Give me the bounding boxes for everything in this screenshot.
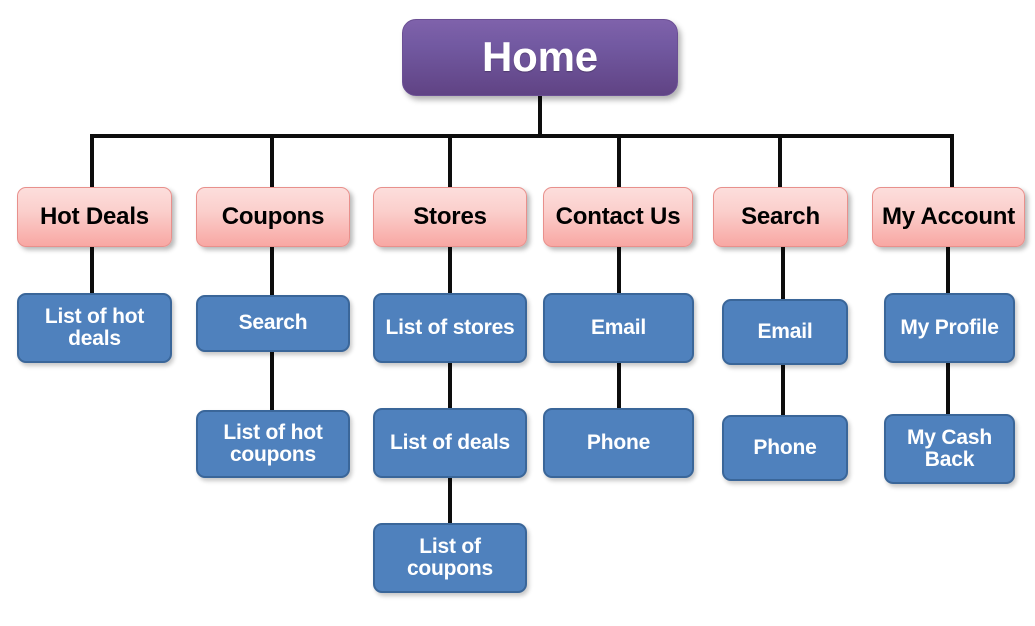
node-search-label: Search (741, 203, 820, 231)
node-home-label: Home (482, 33, 598, 81)
node-contact-email[interactable]: Email (543, 293, 694, 363)
node-list-of-deals-label: List of deals (390, 430, 510, 454)
node-list-of-hot-coupons[interactable]: List of hot coupons (196, 410, 350, 478)
connector-bus-to-hot-deals (90, 134, 94, 189)
node-search-phone-label: Phone (753, 435, 817, 459)
node-my-cash-back-label: My Cash Back (907, 425, 992, 471)
node-contact-us-label: Contact Us (555, 203, 681, 231)
connector-hot-deals-to-list (90, 245, 94, 295)
connector-search-to-email (781, 245, 785, 301)
connector-bus-to-coupons (270, 134, 274, 189)
node-contact-phone[interactable]: Phone (543, 408, 694, 478)
connector-bus-to-stores (448, 134, 452, 189)
connector-profile-to-cash-back (946, 358, 950, 416)
connector-bus-to-my-account (950, 134, 954, 189)
node-my-cash-back[interactable]: My Cash Back (884, 414, 1015, 484)
node-hot-deals[interactable]: Hot Deals (17, 187, 172, 247)
connector-horizontal-bus (90, 134, 954, 138)
sitemap-diagram-canvas: Home Hot Deals Coupons Stores Contact Us… (0, 0, 1035, 626)
node-my-profile[interactable]: My Profile (884, 293, 1015, 363)
node-list-of-stores-label: List of stores (385, 315, 515, 339)
connector-my-account-to-profile (946, 245, 950, 295)
connector-search-to-hot-coupons (270, 350, 274, 412)
node-list-of-coupons[interactable]: List of coupons (373, 523, 527, 593)
connector-contact-email-to-phone (617, 358, 621, 410)
connector-bus-to-contact-us (617, 134, 621, 189)
connector-list-deals-to-list-coupons (448, 473, 452, 525)
connector-bus-to-search (778, 134, 782, 189)
node-stores-label: Stores (413, 203, 487, 231)
connector-coupons-to-search (270, 245, 274, 297)
node-contact-email-label: Email (590, 315, 647, 339)
connector-stores-to-list-stores (448, 245, 452, 295)
node-my-account[interactable]: My Account (872, 187, 1025, 247)
node-search-email-label: Email (757, 319, 813, 343)
connector-contact-us-to-email (617, 245, 621, 295)
node-stores[interactable]: Stores (373, 187, 527, 247)
node-my-account-label: My Account (881, 203, 1016, 231)
node-my-profile-label: My Profile (900, 315, 999, 339)
node-list-of-stores[interactable]: List of stores (373, 293, 527, 363)
node-contact-us[interactable]: Contact Us (543, 187, 693, 247)
node-home[interactable]: Home (402, 19, 678, 96)
node-list-of-hot-deals[interactable]: List of hot deals (17, 293, 172, 363)
node-list-of-hot-deals-label: List of hot deals (44, 304, 145, 350)
node-coupons-search-label: Search (238, 311, 308, 335)
node-coupons-label: Coupons (221, 203, 325, 231)
node-contact-phone-label: Phone (586, 430, 651, 454)
node-list-of-coupons-label: List of coupons (406, 534, 494, 580)
node-coupons-search[interactable]: Search (196, 295, 350, 352)
node-hot-deals-label: Hot Deals (40, 203, 149, 231)
connector-list-stores-to-list-deals (448, 358, 452, 410)
node-list-of-deals[interactable]: List of deals (373, 408, 527, 478)
node-coupons[interactable]: Coupons (196, 187, 350, 247)
node-search-email[interactable]: Email (722, 299, 848, 365)
connector-root-trunk (538, 95, 542, 136)
connector-search-email-to-phone (781, 362, 785, 417)
node-list-of-hot-coupons-label: List of hot coupons (223, 420, 323, 466)
node-search-phone[interactable]: Phone (722, 415, 848, 481)
node-search[interactable]: Search (713, 187, 848, 247)
